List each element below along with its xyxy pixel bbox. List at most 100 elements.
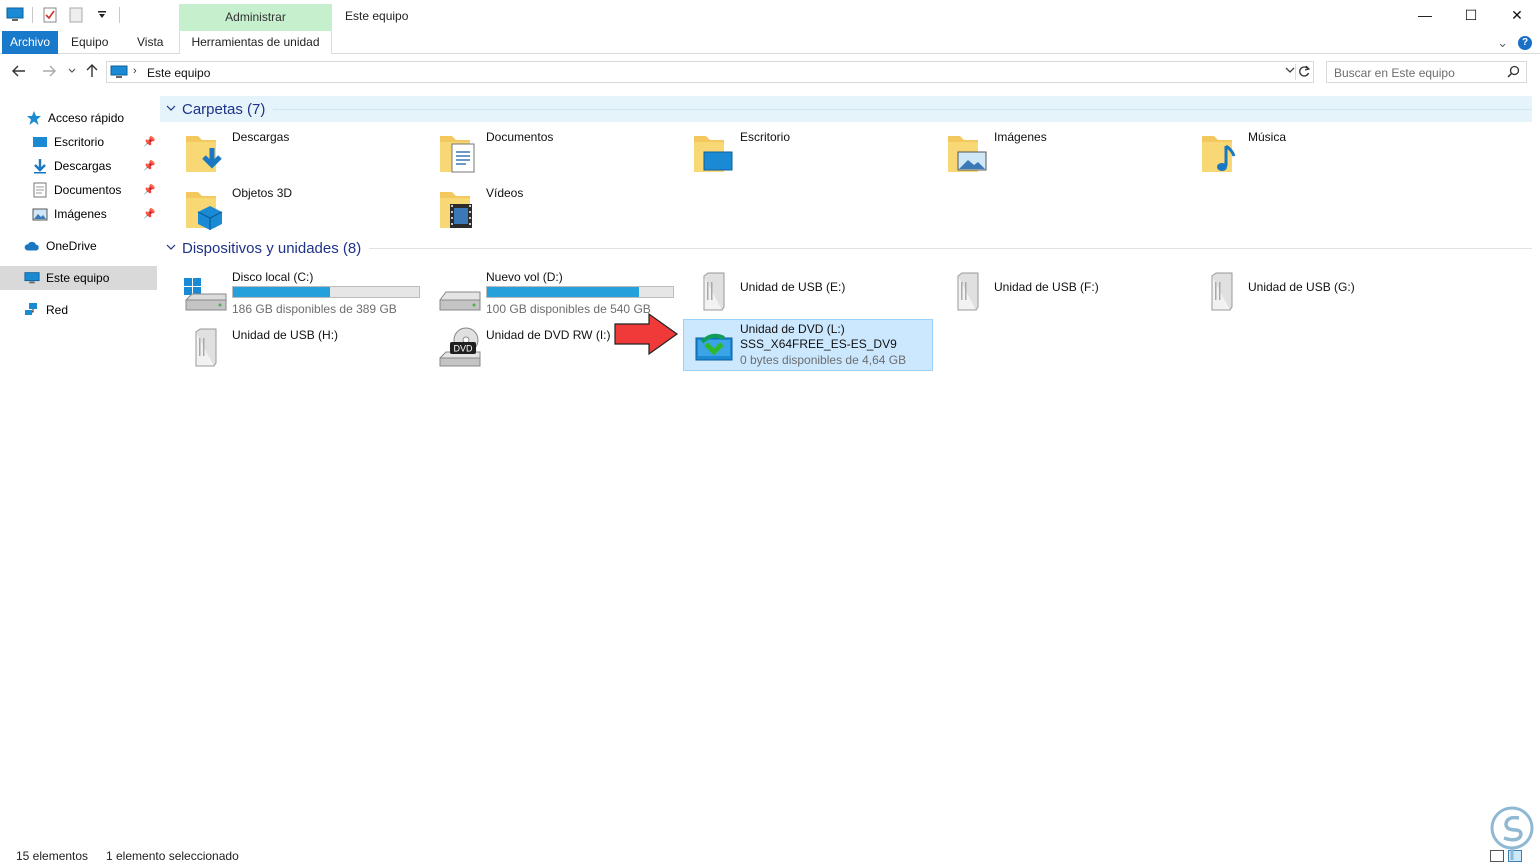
tab-archivo[interactable]: Archivo (2, 31, 59, 54)
nav-escritorio[interactable]: Escritorio 📌 (0, 130, 157, 154)
contextual-tab-administrar: Administrar (179, 4, 332, 31)
network-icon (24, 302, 40, 318)
computer-icon (110, 65, 128, 82)
content-area: Carpetas (7) Descargas Documentos Escrit… (160, 96, 1532, 841)
windows-hard-drive-icon (182, 270, 230, 318)
tab-herramientas-de-unidad[interactable]: Herramientas de unidad (179, 31, 332, 54)
ribbon-right-controls: ⌄ ? (1497, 35, 1532, 51)
selection-count: 1 elemento seleccionado (106, 849, 239, 863)
folder-name: Música (1248, 130, 1287, 144)
nav-este-equipo[interactable]: Este equipo (0, 266, 157, 290)
qat-separator (119, 7, 120, 23)
3d-objects-folder-icon (182, 186, 230, 234)
close-button[interactable]: ✕ (1494, 0, 1540, 30)
address-box[interactable]: › Este equipo (106, 61, 1314, 83)
recent-locations-chevron-icon[interactable] (68, 64, 76, 80)
pin-icon[interactable]: 📌 (143, 209, 155, 220)
back-arrow-icon[interactable] (12, 64, 26, 80)
folder-name: Descargas (232, 130, 290, 144)
search-placeholder: Buscar en Este equipo (1334, 66, 1455, 80)
new-folder-icon[interactable] (67, 6, 85, 24)
collapse-chevron-icon[interactable] (160, 103, 182, 115)
quick-access-toolbar (6, 6, 120, 24)
downloads-folder-icon (182, 130, 230, 178)
folder-name: Imágenes (994, 130, 1047, 144)
drive-usb-h[interactable]: Unidad de USB (H:) (160, 324, 410, 374)
computer-icon[interactable] (6, 6, 24, 24)
address-bar-row: › Este equipo Buscar en Este equipo (0, 56, 1540, 88)
minimize-button[interactable]: — (1402, 0, 1448, 30)
nav-label: Imágenes (54, 207, 107, 221)
capacity-bar-fill (487, 287, 639, 297)
breadcrumb-este-equipo[interactable]: Este equipo (147, 66, 210, 80)
window-title: Este equipo (345, 9, 409, 23)
navigation-pane: Acceso rápido Escritorio 📌 Descargas 📌 D… (0, 96, 160, 841)
pin-icon[interactable]: 📌 (143, 161, 155, 172)
expand-ribbon-icon[interactable]: ⌄ (1497, 35, 1508, 51)
folder-escritorio[interactable]: Escritorio (668, 128, 918, 178)
refresh-icon[interactable] (1295, 64, 1311, 80)
group-divider (369, 247, 1532, 249)
nav-descargas[interactable]: Descargas 📌 (0, 154, 157, 178)
maximize-button[interactable]: ☐ (1448, 0, 1494, 30)
folder-name: Escritorio (740, 130, 791, 144)
search-input[interactable]: Buscar en Este equipo (1326, 61, 1527, 83)
up-arrow-icon[interactable] (86, 64, 98, 81)
group-divider (273, 108, 1532, 110)
search-icon[interactable] (1507, 65, 1520, 81)
nav-onedrive[interactable]: OneDrive (0, 234, 157, 258)
drive-d[interactable]: Nuevo vol (D:) 100 GB disponibles de 540… (414, 268, 674, 318)
forward-arrow-icon[interactable] (42, 64, 56, 80)
tab-vista[interactable]: Vista (127, 31, 173, 54)
drive-usb-f[interactable]: Unidad de USB (F:) (922, 268, 1172, 318)
help-icon[interactable]: ? (1518, 36, 1532, 50)
hard-drive-icon (436, 270, 484, 318)
drive-usb-g[interactable]: Unidad de USB (G:) (1176, 268, 1426, 318)
picture-icon (32, 206, 48, 222)
folder-imagenes[interactable]: Imágenes (922, 128, 1172, 178)
folder-musica[interactable]: Música (1176, 128, 1426, 178)
address-dropdown-icon[interactable] (1285, 65, 1295, 78)
folder-objetos-3d[interactable]: Objetos 3D (160, 184, 410, 234)
group-header-carpetas[interactable]: Carpetas (7) (160, 96, 1532, 122)
folder-documentos[interactable]: Documentos (414, 128, 664, 178)
collapse-chevron-icon[interactable] (160, 242, 182, 254)
folder-videos[interactable]: Vídeos (414, 184, 664, 234)
group-header-dispositivos[interactable]: Dispositivos y unidades (8) (160, 235, 1532, 261)
nav-red[interactable]: Red (0, 298, 157, 322)
pin-icon[interactable]: 📌 (143, 185, 155, 196)
pictures-folder-icon (944, 130, 992, 178)
dvd-drive-icon: DVD (436, 326, 484, 374)
nav-acceso-rapido[interactable]: Acceso rápido (0, 106, 157, 130)
drive-free-space: 186 GB disponibles de 389 GB (232, 302, 397, 316)
drive-name: Unidad de DVD RW (I:) (486, 328, 611, 342)
document-icon (32, 182, 48, 198)
usb-drive-icon (182, 326, 230, 374)
properties-icon[interactable] (41, 6, 59, 24)
drive-dvd-l[interactable]: Unidad de DVD (L:) SSS_X64FREE_ES-ES_DV9… (683, 319, 933, 371)
nav-label: Documentos (54, 183, 122, 197)
nav-documentos[interactable]: Documentos 📌 (0, 178, 157, 202)
customize-qat-icon[interactable] (93, 6, 111, 24)
folder-descargas[interactable]: Descargas (160, 128, 410, 178)
drive-volume-label: SSS_X64FREE_ES-ES_DV9 (740, 337, 897, 351)
music-folder-icon (1198, 130, 1246, 178)
drive-usb-e[interactable]: Unidad de USB (E:) (668, 268, 918, 318)
nav-imagenes[interactable]: Imágenes 📌 (0, 202, 157, 226)
nav-label: Escritorio (54, 135, 105, 149)
pin-icon[interactable]: 📌 (143, 137, 155, 148)
window-controls: — ☐ ✕ (1402, 0, 1540, 30)
folder-name: Vídeos (486, 186, 524, 200)
desktop-folder-icon (690, 130, 738, 178)
capacity-bar (486, 286, 674, 298)
drive-name: Unidad de DVD (L:) (740, 322, 845, 336)
group-title: Carpetas (7) (182, 100, 266, 118)
breadcrumb-separator[interactable]: › (133, 65, 137, 77)
nav-label: Este equipo (46, 271, 110, 285)
drive-name: Unidad de USB (F:) (994, 280, 1099, 294)
cloud-icon (24, 238, 40, 254)
drive-name: Unidad de USB (E:) (740, 280, 846, 294)
drive-free-space: 0 bytes disponibles de 4,64 GB (740, 353, 907, 367)
drive-c[interactable]: Disco local (C:) 186 GB disponibles de 3… (160, 268, 420, 318)
tab-equipo[interactable]: Equipo (61, 31, 118, 54)
